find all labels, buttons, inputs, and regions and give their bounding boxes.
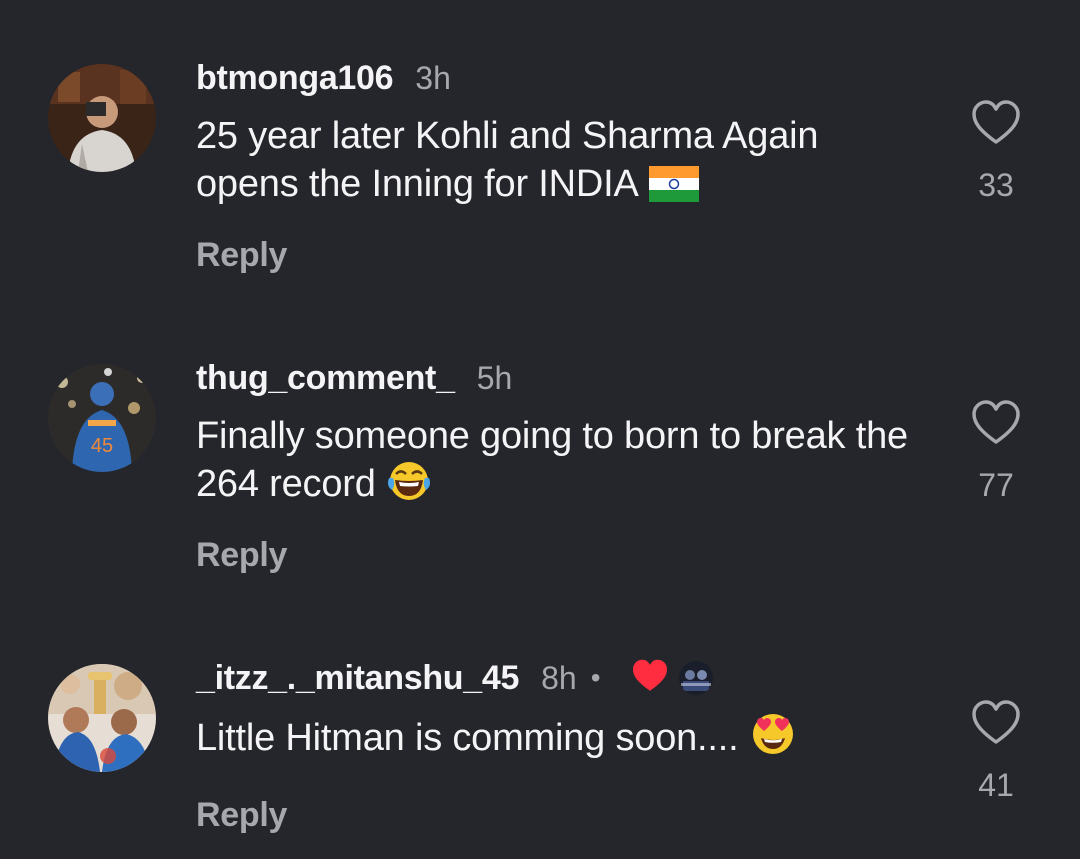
timestamp: 5h xyxy=(476,359,513,396)
separator-dot: • xyxy=(590,662,601,693)
like-control[interactable]: 41 xyxy=(960,700,1032,804)
filled-heart-icon xyxy=(631,659,669,698)
heart-icon[interactable] xyxy=(971,100,1021,150)
liked-by-creator-badge xyxy=(631,659,713,698)
comment-body: Little Hitman is comming soon.... xyxy=(196,717,739,759)
creator-avatar xyxy=(678,661,713,695)
comment-body: 25 year later Kohli and Sharma Again ope… xyxy=(196,115,819,205)
india-flag-icon xyxy=(648,166,699,214)
reply-button[interactable]: Reply xyxy=(196,796,287,835)
timestamp: 3h xyxy=(415,59,451,96)
like-count: 33 xyxy=(978,167,1014,203)
comment-text: Little Hitman is comming soon.... xyxy=(196,712,916,768)
comment-body: Finally someone going to born to break t… xyxy=(196,415,908,505)
username[interactable]: btmonga106 xyxy=(196,59,394,98)
timestamp: 8h xyxy=(541,659,577,696)
avatar[interactable] xyxy=(48,64,156,172)
comment-header: btmonga106 3h xyxy=(196,58,451,98)
reply-button[interactable]: Reply xyxy=(196,536,287,575)
like-control[interactable]: 33 xyxy=(960,100,1032,204)
svg-text:45: 45 xyxy=(91,435,113,457)
avatar[interactable]: 45 xyxy=(48,364,156,472)
laughing-tears-emoji-icon xyxy=(386,460,432,514)
username[interactable]: _itzz_._mitanshu_45 xyxy=(196,659,519,698)
like-count: 77 xyxy=(978,467,1014,503)
comment-text: Finally someone going to born to break t… xyxy=(196,412,916,514)
like-count: 41 xyxy=(978,767,1014,803)
like-control[interactable]: 77 xyxy=(960,400,1032,504)
reply-button[interactable]: Reply xyxy=(196,236,287,275)
avatar[interactable] xyxy=(48,664,156,772)
comment-header: _itzz_._mitanshu_45 8h • xyxy=(196,658,713,698)
heart-icon[interactable] xyxy=(971,400,1021,450)
comment-text: 25 year later Kohli and Sharma Again ope… xyxy=(196,112,916,214)
comment-header: thug_comment_ 5h xyxy=(196,358,512,398)
heart-eyes-emoji-icon xyxy=(749,712,797,768)
heart-icon[interactable] xyxy=(971,700,1021,750)
username[interactable]: thug_comment_ xyxy=(196,359,455,398)
